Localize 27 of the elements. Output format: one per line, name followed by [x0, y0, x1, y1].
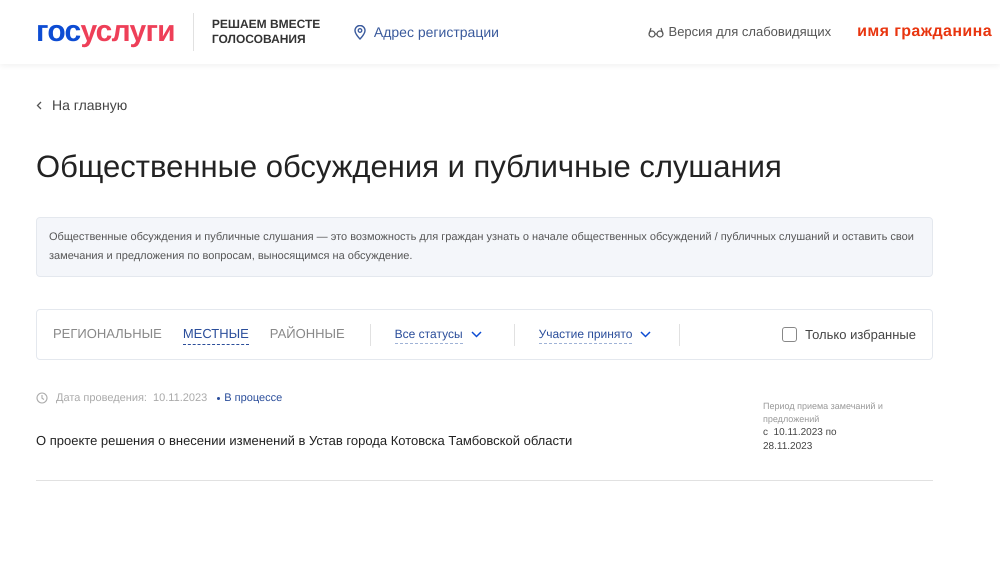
favorites-label: Только избранные	[805, 326, 916, 344]
category-tab[interactable]: РЕГИОНАЛЬНЫЕ	[53, 324, 162, 345]
chevron-left-icon	[36, 101, 42, 110]
category-tab[interactable]: МЕСТНЫЕ	[182, 324, 249, 345]
favorites-checkbox[interactable]	[782, 327, 798, 342]
user-name[interactable]: имя гражданина	[857, 20, 992, 44]
event-date: 10.11.2023	[152, 391, 208, 406]
clock-icon	[36, 392, 48, 404]
period-label: Период приема замечаний и предложений	[763, 400, 884, 426]
date-label: Дата проведения:	[56, 391, 147, 406]
category-tab[interactable]: РАЙОННЫЕ	[270, 324, 345, 345]
glasses-icon	[648, 26, 664, 38]
status-label: В процессе	[224, 391, 282, 406]
info-banner: Общественные обсуждения и публичные слушания — это возможность для граждан узнать о начале общественных обсуждений / публичных слушаний и оставить свои замечания и предложения по вопросам, выносящимся на обсуждение.	[36, 217, 933, 277]
chevron-down-icon	[470, 331, 482, 338]
discussion-title[interactable]: О проекте решения о внесении изменений в Устав города Котовска Тамбовской области	[36, 430, 763, 450]
address-link[interactable]: Адрес регистрации	[354, 22, 499, 42]
logo[interactable]: госуслуги	[36, 17, 175, 47]
period-dates: с 10.11.2023 по 28.11.2023	[763, 426, 838, 454]
tagline: РЕШАЕМ ВМЕСТЕ ГОЛОСОВАНИЯ	[212, 17, 322, 47]
location-pin-icon	[354, 24, 366, 40]
status-dropdown[interactable]: Участие принято	[538, 325, 652, 344]
chevron-down-icon	[640, 331, 652, 338]
status-dropdown[interactable]: Все статусы	[394, 325, 482, 344]
page-title: Общественные обсуждения и публичные слушания	[36, 148, 783, 186]
back-link[interactable]: На главную	[36, 95, 128, 116]
accessibility-link[interactable]: Версия для слабовидящих	[648, 22, 832, 42]
